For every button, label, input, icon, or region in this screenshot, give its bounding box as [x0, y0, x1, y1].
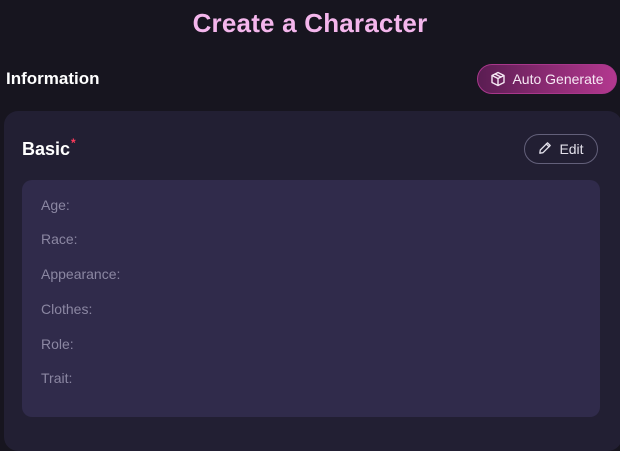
basic-title: Basic*	[22, 136, 76, 160]
field-clothes: Clothes:	[41, 301, 93, 317]
edit-label: Edit	[559, 141, 584, 157]
field-role: Role:	[41, 336, 74, 352]
field-appearance: Appearance:	[41, 266, 121, 282]
auto-generate-label: Auto Generate	[512, 71, 604, 87]
basic-info-box[interactable]: Age: Race: Appearance: Clothes: Role: Tr…	[22, 180, 600, 417]
field-age: Age:	[41, 197, 70, 213]
cube-icon	[490, 71, 506, 87]
required-mark: *	[71, 136, 76, 150]
page-title: Create a Character	[192, 8, 428, 38]
information-heading: Information	[6, 69, 100, 88]
auto-generate-button[interactable]: Auto Generate	[477, 64, 617, 94]
edit-button[interactable]: Edit	[524, 134, 598, 164]
field-trait: Trait:	[41, 370, 73, 386]
basic-card: Basic* Edit Age: Race: Appearance: Cloth…	[4, 111, 620, 451]
pencil-icon	[538, 141, 552, 158]
basic-title-text: Basic	[22, 139, 71, 159]
field-race: Race:	[41, 231, 78, 247]
